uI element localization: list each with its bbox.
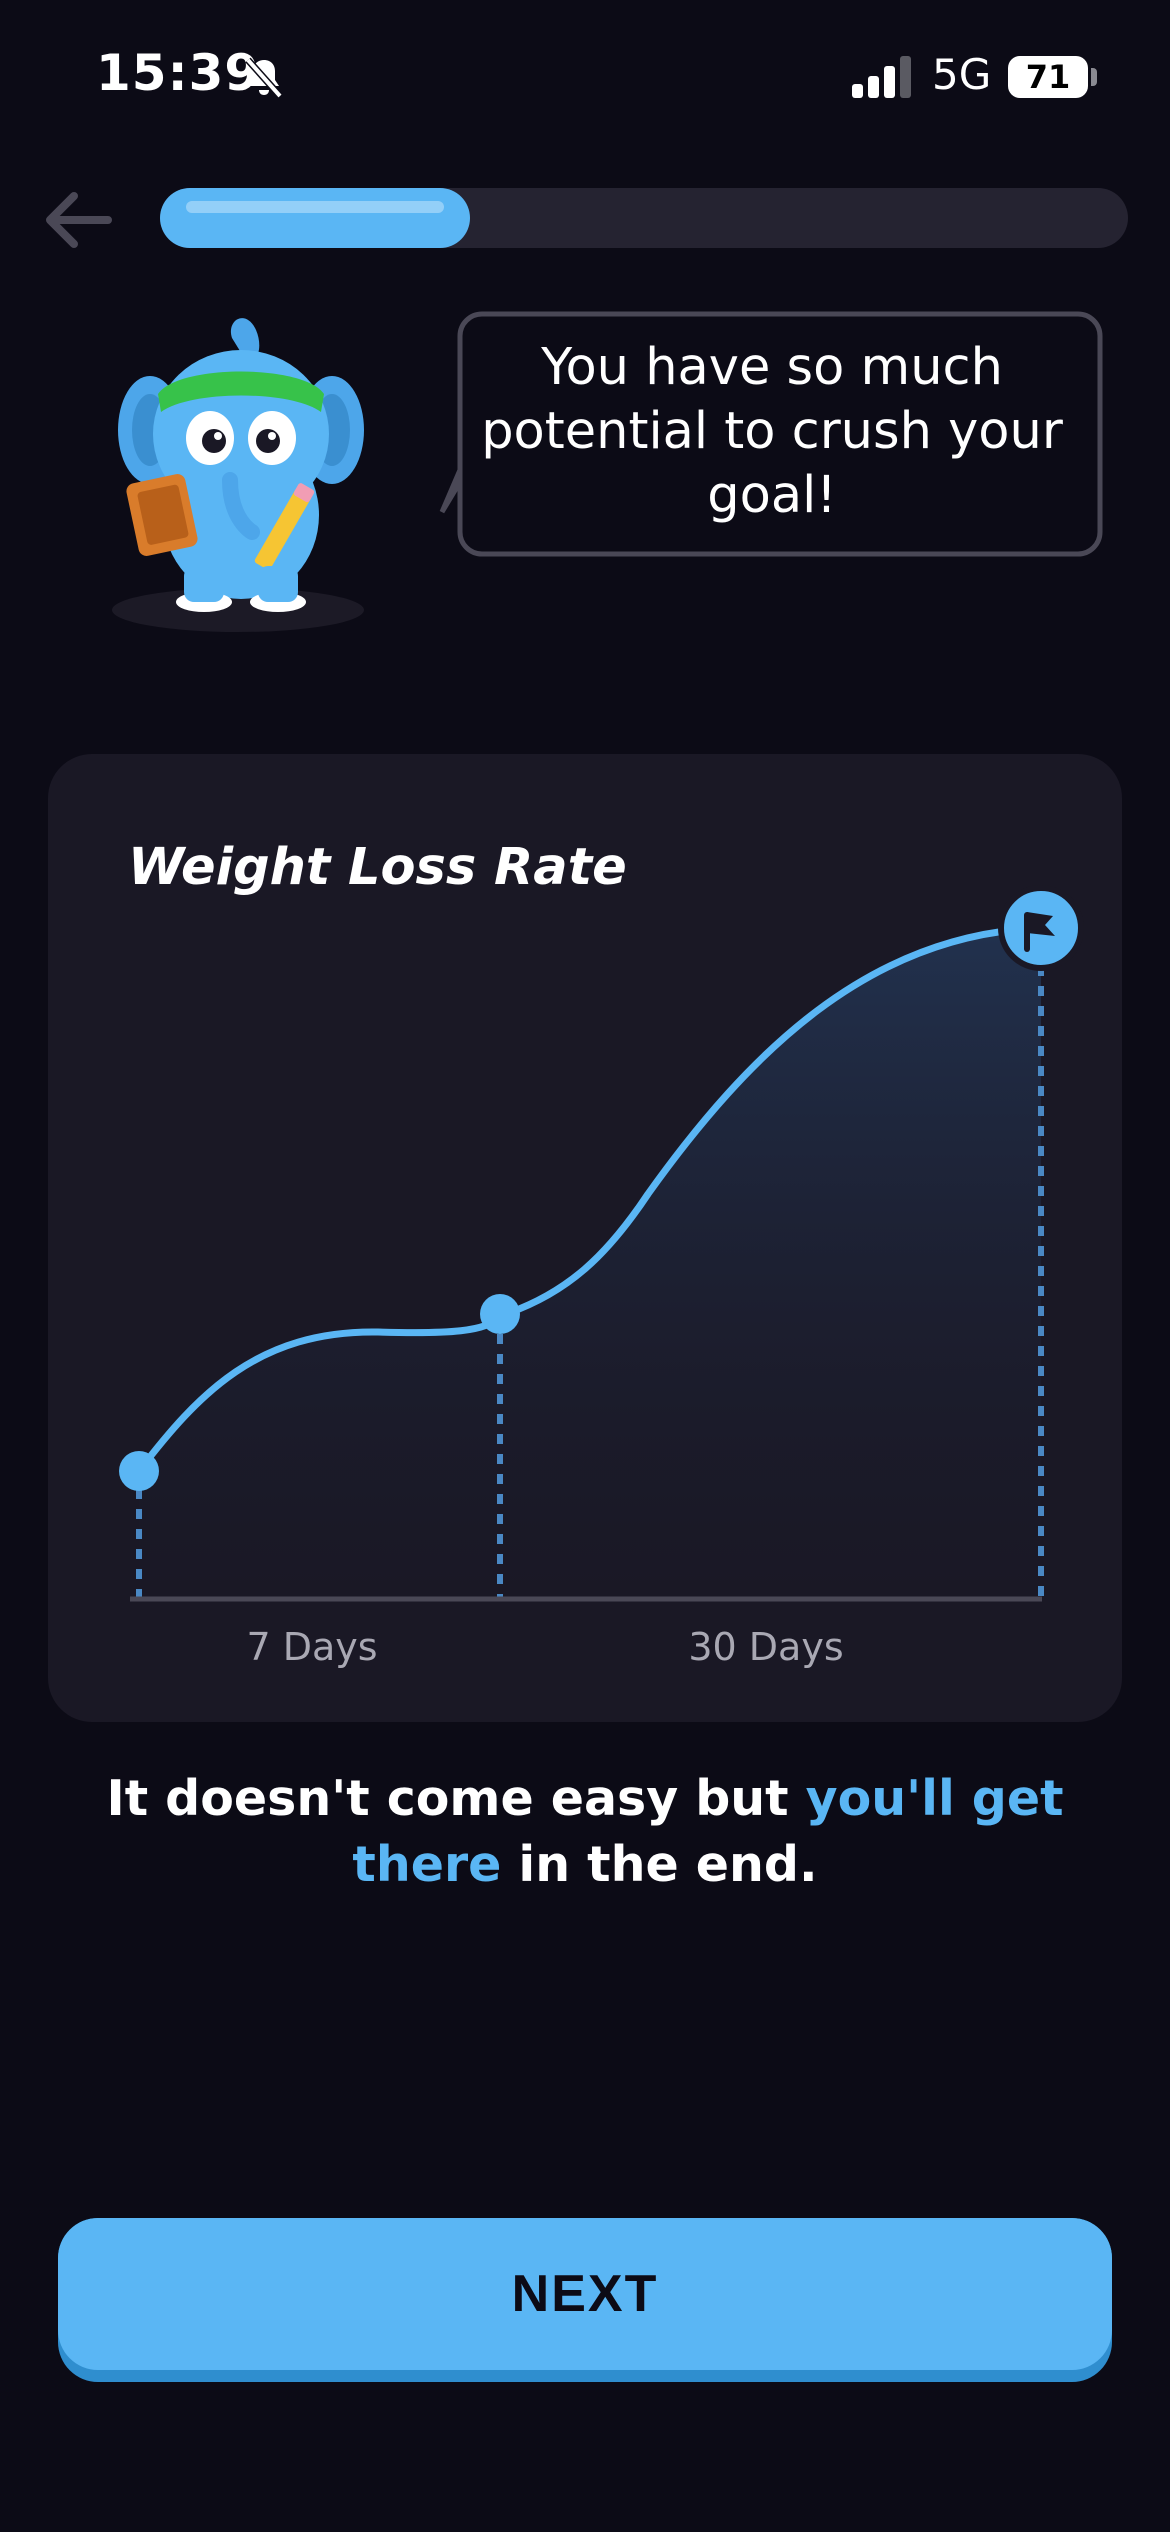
- next-button[interactable]: NEXT: [58, 2218, 1112, 2382]
- caption-part-2: in the end.: [501, 1836, 818, 1893]
- progress-fill: [160, 188, 470, 248]
- speech-text: You have so much potential to crush your…: [481, 338, 1063, 525]
- progress-shine: [186, 201, 444, 213]
- chart-point-start: [119, 1451, 159, 1491]
- caption-part-1: It doesn't come easy but: [106, 1770, 806, 1827]
- chart-title: Weight Loss Rate: [128, 838, 627, 897]
- signal-bars-icon: [852, 56, 911, 98]
- x-tick-7-days: 7 Days: [246, 1625, 377, 1669]
- weight-loss-chart: 7 Days 30 Days: [119, 885, 1084, 1669]
- encouragement-caption: It doesn't come easy but you'll get ther…: [100, 1766, 1070, 1898]
- chart-point-7-days: [480, 1294, 520, 1334]
- battery-indicator: 71: [1008, 56, 1088, 98]
- elephant-mascot: [112, 318, 364, 632]
- status-time: 15:39: [96, 44, 261, 102]
- x-tick-30-days: 30 Days: [688, 1625, 843, 1669]
- next-button-label: NEXT: [511, 2265, 659, 2323]
- next-button-face: NEXT: [58, 2218, 1112, 2370]
- progress-bar: [160, 188, 1128, 248]
- network-type: 5G: [932, 50, 992, 99]
- arrow-left-icon[interactable]: [38, 180, 118, 260]
- screen: 15:39 5G 71 You have so much potential t…: [0, 0, 1170, 2532]
- battery-cap: [1091, 68, 1097, 86]
- bell-slash-icon: [245, 57, 283, 99]
